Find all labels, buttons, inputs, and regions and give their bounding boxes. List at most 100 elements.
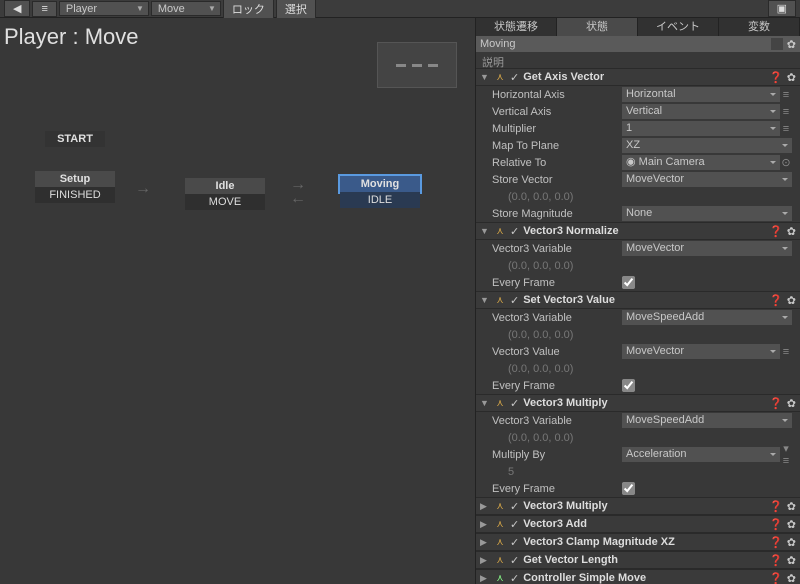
gear-icon[interactable]: ✿ (787, 294, 796, 307)
action-header[interactable]: ▼⋏✓Vector3 Normalize❓✿ (476, 222, 800, 240)
nav-back-button[interactable]: ◀ (4, 0, 30, 17)
help-icon[interactable]: ❓ (769, 572, 783, 584)
property-value[interactable]: 1 (622, 121, 780, 136)
fold-icon[interactable]: ▶ (480, 555, 490, 566)
tab-state[interactable]: 状態 (557, 18, 638, 36)
action-enable-check[interactable]: ✓ (510, 554, 519, 567)
action-header[interactable]: ▼⋏✓Set Vector3 Value❓✿ (476, 291, 800, 309)
property-label: Vector3 Value (492, 346, 622, 358)
action-header[interactable]: ▶⋏✓Get Vector Length❓✿ (476, 551, 800, 569)
action-enable-check[interactable]: ✓ (510, 397, 519, 410)
property-options-icon[interactable]: ≡ (780, 89, 792, 101)
gear-icon[interactable]: ✿ (787, 397, 796, 410)
fold-icon[interactable]: ▶ (480, 519, 490, 530)
help-icon[interactable]: ❓ (769, 294, 783, 307)
action-header[interactable]: ▶⋏✓Controller Simple Move❓✿ (476, 569, 800, 584)
select-button[interactable]: 選択 (276, 0, 316, 19)
state-dropdown[interactable]: Move▼ (151, 1, 221, 16)
gear-icon[interactable]: ✿ (787, 38, 796, 51)
node-label: Moving (340, 176, 420, 192)
property-row: 5 (476, 463, 800, 480)
property-value[interactable]: Acceleration (622, 447, 780, 462)
property-row: (0.0, 0.0, 0.0) (476, 429, 800, 446)
action-enable-check[interactable]: ✓ (510, 518, 519, 531)
tab-events[interactable]: イベント (638, 18, 719, 36)
property-row: (0.0, 0.0, 0.0) (476, 360, 800, 377)
color-swatch[interactable] (771, 38, 783, 50)
action-header[interactable]: ▼⋏✓Vector3 Multiply❓✿ (476, 394, 800, 412)
action-enable-check[interactable]: ✓ (510, 572, 519, 584)
gear-icon[interactable]: ✿ (787, 500, 796, 513)
help-icon[interactable]: ❓ (769, 536, 783, 549)
property-value[interactable]: MoveVector (622, 241, 792, 256)
arrow-icon: → (135, 180, 151, 198)
help-icon[interactable]: ❓ (769, 397, 783, 410)
action-enable-check[interactable]: ✓ (510, 225, 519, 238)
property-value[interactable]: Vertical (622, 104, 780, 119)
actions-scroll[interactable]: ▼⋏✓Get Axis Vector❓✿Horizontal AxisHoriz… (476, 68, 800, 584)
property-value[interactable]: ◉ Main Camera (622, 155, 780, 170)
node-setup[interactable]: Setup FINISHED (35, 171, 115, 203)
property-value[interactable]: Horizontal (622, 87, 780, 102)
help-icon[interactable]: ❓ (769, 225, 783, 238)
property-row: (0.0, 0.0, 0.0) (476, 257, 800, 274)
minimap[interactable] (377, 42, 457, 88)
property-value[interactable]: MoveVector (622, 344, 780, 359)
property-value[interactable]: MoveSpeedAdd (622, 310, 792, 325)
property-value[interactable]: MoveVector (622, 172, 792, 187)
fold-icon[interactable]: ▼ (480, 295, 490, 305)
property-checkbox[interactable] (622, 379, 635, 392)
tab-transitions[interactable]: 状態遷移 (476, 18, 557, 36)
node-moving[interactable]: Moving IDLE (340, 176, 420, 208)
property-checkbox[interactable] (622, 482, 635, 495)
action-header[interactable]: ▶⋏✓Vector3 Clamp Magnitude XZ❓✿ (476, 533, 800, 551)
property-options-icon[interactable]: ⊙ (780, 156, 792, 169)
action-enable-check[interactable]: ✓ (510, 500, 519, 513)
property-label: Relative To (492, 157, 622, 169)
gear-icon[interactable]: ✿ (787, 554, 796, 567)
node-transition[interactable]: FINISHED (35, 187, 115, 203)
property-checkbox[interactable] (622, 276, 635, 289)
maximize-icon[interactable]: ▣ (768, 0, 796, 17)
fold-icon[interactable]: ▶ (480, 537, 490, 548)
help-icon[interactable]: ❓ (769, 71, 783, 84)
graph-canvas[interactable]: Player : Move START Setup FINISHED Idle … (0, 18, 475, 584)
action-enable-check[interactable]: ✓ (510, 71, 519, 84)
gear-icon[interactable]: ✿ (787, 518, 796, 531)
nav-list-button[interactable]: ≡ (32, 1, 56, 17)
action-enable-check[interactable]: ✓ (510, 536, 519, 549)
property-value[interactable]: None (622, 206, 792, 221)
fold-icon[interactable]: ▼ (480, 398, 490, 408)
property-value[interactable]: XZ (622, 138, 792, 153)
state-name-field[interactable]: Moving (480, 38, 515, 50)
action-header[interactable]: ▼⋏✓Get Axis Vector❓✿ (476, 68, 800, 86)
help-icon[interactable]: ❓ (769, 518, 783, 531)
fold-icon[interactable]: ▼ (480, 72, 490, 82)
fsm-dropdown[interactable]: Player▼ (59, 1, 149, 16)
fold-icon[interactable]: ▼ (480, 226, 490, 236)
lock-button[interactable]: ロック (223, 0, 274, 19)
property-options-icon[interactable]: ≡ (780, 106, 792, 118)
fold-icon[interactable]: ▶ (480, 573, 490, 584)
property-options-icon[interactable]: ≡ (780, 346, 792, 358)
fold-icon[interactable]: ▶ (480, 501, 490, 512)
node-start[interactable]: START (45, 131, 105, 147)
gear-icon[interactable]: ✿ (787, 536, 796, 549)
property-options-icon[interactable]: ▾ ≡ (780, 442, 792, 467)
node-idle[interactable]: Idle MOVE (185, 178, 265, 210)
property-value[interactable]: MoveSpeedAdd (622, 413, 792, 428)
node-transition[interactable]: IDLE (340, 192, 420, 208)
gear-icon[interactable]: ✿ (787, 71, 796, 84)
property-options-icon[interactable]: ≡ (780, 123, 792, 135)
property-label: Vector3 Variable (492, 312, 622, 324)
action-header[interactable]: ▶⋏✓Vector3 Multiply❓✿ (476, 497, 800, 515)
gear-icon[interactable]: ✿ (787, 225, 796, 238)
action-header[interactable]: ▶⋏✓Vector3 Add❓✿ (476, 515, 800, 533)
tab-variables[interactable]: 変数 (719, 18, 800, 36)
gear-icon[interactable]: ✿ (787, 572, 796, 584)
help-icon[interactable]: ❓ (769, 554, 783, 567)
action-name: Get Vector Length (523, 554, 765, 566)
help-icon[interactable]: ❓ (769, 500, 783, 513)
action-enable-check[interactable]: ✓ (510, 294, 519, 307)
node-transition[interactable]: MOVE (185, 194, 265, 210)
